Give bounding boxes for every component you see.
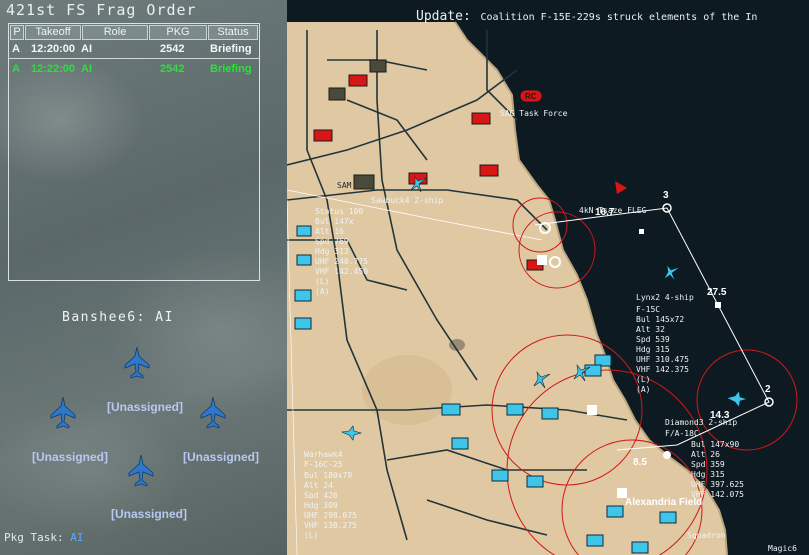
info-line: Hdg 309 — [304, 501, 338, 510]
package-task: Pkg Task: AI — [4, 531, 83, 544]
row-pkg: 2542 — [160, 63, 185, 75]
package-task-value: AI — [70, 531, 84, 544]
enemy-unit[interactable] — [479, 164, 499, 177]
lynx-type: F-15C — [636, 305, 660, 314]
info-line: Spd 769 — [315, 237, 349, 246]
diamond-label: Diamond3 2-ship — [665, 418, 737, 427]
info-line: Alt 16 — [315, 227, 344, 236]
frag-order-header: P Takeoff Role PKG Status — [9, 24, 259, 41]
rc-badge: RC — [525, 92, 537, 101]
info-line: UHF 298.075 — [304, 511, 357, 520]
info-line: UHF 240.775 — [315, 257, 368, 266]
column-status[interactable]: Status — [208, 25, 258, 40]
map-canvas[interactable]: 3 27.5 2 16.7 14.3 8.5 RC SAG Task Force… — [287, 0, 809, 555]
airbase-label: Alexandria Field — [625, 497, 702, 508]
info-line: Hdg 313 — [315, 247, 349, 256]
package-task-label: Pkg Task: — [4, 531, 64, 544]
info-line: Alt 26 — [691, 450, 720, 459]
row-divider — [9, 58, 259, 59]
terrain-patch — [362, 355, 452, 425]
row-takeoff: 12:20:00 — [31, 43, 76, 55]
sam-label: SAM — [337, 181, 352, 190]
slot-3-pilot[interactable]: [Unassigned] — [183, 450, 259, 464]
info-line: Hdg 315 — [691, 470, 725, 479]
magic-label: Magic6 — [768, 544, 797, 553]
info-line: Bul 145x72 — [636, 315, 684, 324]
update-text: Coalition F-15E-229s struck elements of … — [480, 12, 758, 23]
info-line: Status 100 — [315, 207, 363, 216]
slot-2-pilot[interactable]: [Unassigned] — [32, 450, 108, 464]
waypoint-label: 3 — [663, 190, 669, 201]
waypoint-label: 27.5 — [707, 287, 727, 298]
warhawk-label: Warhawk4 — [304, 450, 343, 459]
column-pkg[interactable]: PKG — [149, 25, 207, 40]
frag-order-title: 421st FS Frag Order — [6, 1, 197, 19]
sawbuck-label: Sawbuck4 2-ship — [371, 196, 443, 205]
info-line: Bul 180x79 — [304, 471, 352, 480]
info-line: (L) — [304, 531, 318, 540]
frag-order-table: P Takeoff Role PKG Status A 12:20:00 AI … — [8, 23, 260, 281]
row-status: Briefing — [210, 43, 252, 55]
frag-row-selected[interactable]: A 12:22:00 AI 2542 Briefing — [9, 63, 259, 77]
warhawk-type: F-16C-25 — [304, 460, 343, 469]
column-p[interactable]: P — [10, 25, 24, 40]
column-role[interactable]: Role — [82, 25, 148, 40]
waypoint-label: 2 — [765, 384, 771, 395]
info-line: Bul 147x90 — [691, 440, 739, 449]
squadron-label: Squadron — [687, 531, 726, 540]
info-line: VHF 142.375 — [636, 365, 689, 374]
slot-4-pilot[interactable]: [Unassigned] — [111, 507, 187, 521]
lynx-label: Lynx2 4-ship — [636, 293, 694, 302]
column-takeoff[interactable]: Takeoff — [25, 25, 81, 40]
info-line: Alt 32 — [636, 325, 665, 334]
frag-row[interactable]: A 12:20:00 AI 2542 Briefing — [9, 43, 259, 57]
jet-slot-1-icon[interactable] — [124, 347, 150, 379]
row-role: AI — [81, 43, 92, 55]
info-line: Spd 426 — [304, 491, 338, 500]
enemy-unit[interactable] — [471, 112, 491, 125]
jet-slot-2-icon[interactable] — [50, 397, 76, 429]
task-force-label: SAG Task Force — [500, 109, 568, 118]
waypoint-marker[interactable] — [639, 229, 644, 234]
info-line: (L) — [636, 375, 650, 384]
jet-slot-4-icon[interactable] — [128, 455, 154, 487]
info-line: (A) — [315, 287, 329, 296]
slot-1-pilot[interactable]: [Unassigned] — [107, 400, 183, 414]
enemy-unit[interactable] — [313, 129, 333, 142]
info-line: Spd 539 — [636, 335, 670, 344]
jet-slot-3-icon[interactable] — [200, 397, 226, 429]
info-line: Alt 24 — [304, 481, 333, 490]
frag-order-panel: 421st FS Frag Order P Takeoff Role PKG S… — [0, 0, 287, 555]
row-p: A — [12, 43, 20, 55]
waypoint-marker[interactable] — [715, 302, 721, 308]
info-line: UHF 397.625 — [691, 480, 744, 489]
update-label: Update: — [416, 9, 471, 24]
waypoint-label: 8.5 — [633, 457, 647, 468]
info-line: VHF 138.275 — [304, 521, 357, 530]
info-line: Bul 147x — [315, 217, 354, 226]
info-line: (L) — [315, 277, 329, 286]
row-role: AI — [81, 63, 92, 75]
enemy-unit[interactable] — [348, 74, 368, 87]
info-line: Spd 359 — [691, 460, 725, 469]
ahkhan-label: 4kN Tsaze FLEG — [579, 206, 647, 215]
update-ticker: Update: Coalition F-15E-229s struck elem… — [416, 5, 809, 24]
diamond-type: F/A-18C — [665, 429, 699, 438]
flight-name: Banshee6: AI — [62, 310, 174, 325]
info-line: Hdg 315 — [636, 345, 670, 354]
row-pkg: 2542 — [160, 43, 185, 55]
campaign-map[interactable]: 3 27.5 2 16.7 14.3 8.5 RC SAG Task Force… — [287, 0, 809, 555]
info-line: (A) — [636, 385, 650, 394]
info-line: VHF 142.450 — [315, 267, 368, 276]
info-line: UHF 310.475 — [636, 355, 689, 364]
row-p: A — [12, 63, 20, 75]
row-takeoff: 12:22:00 — [31, 63, 76, 75]
row-status: Briefing — [210, 63, 252, 75]
